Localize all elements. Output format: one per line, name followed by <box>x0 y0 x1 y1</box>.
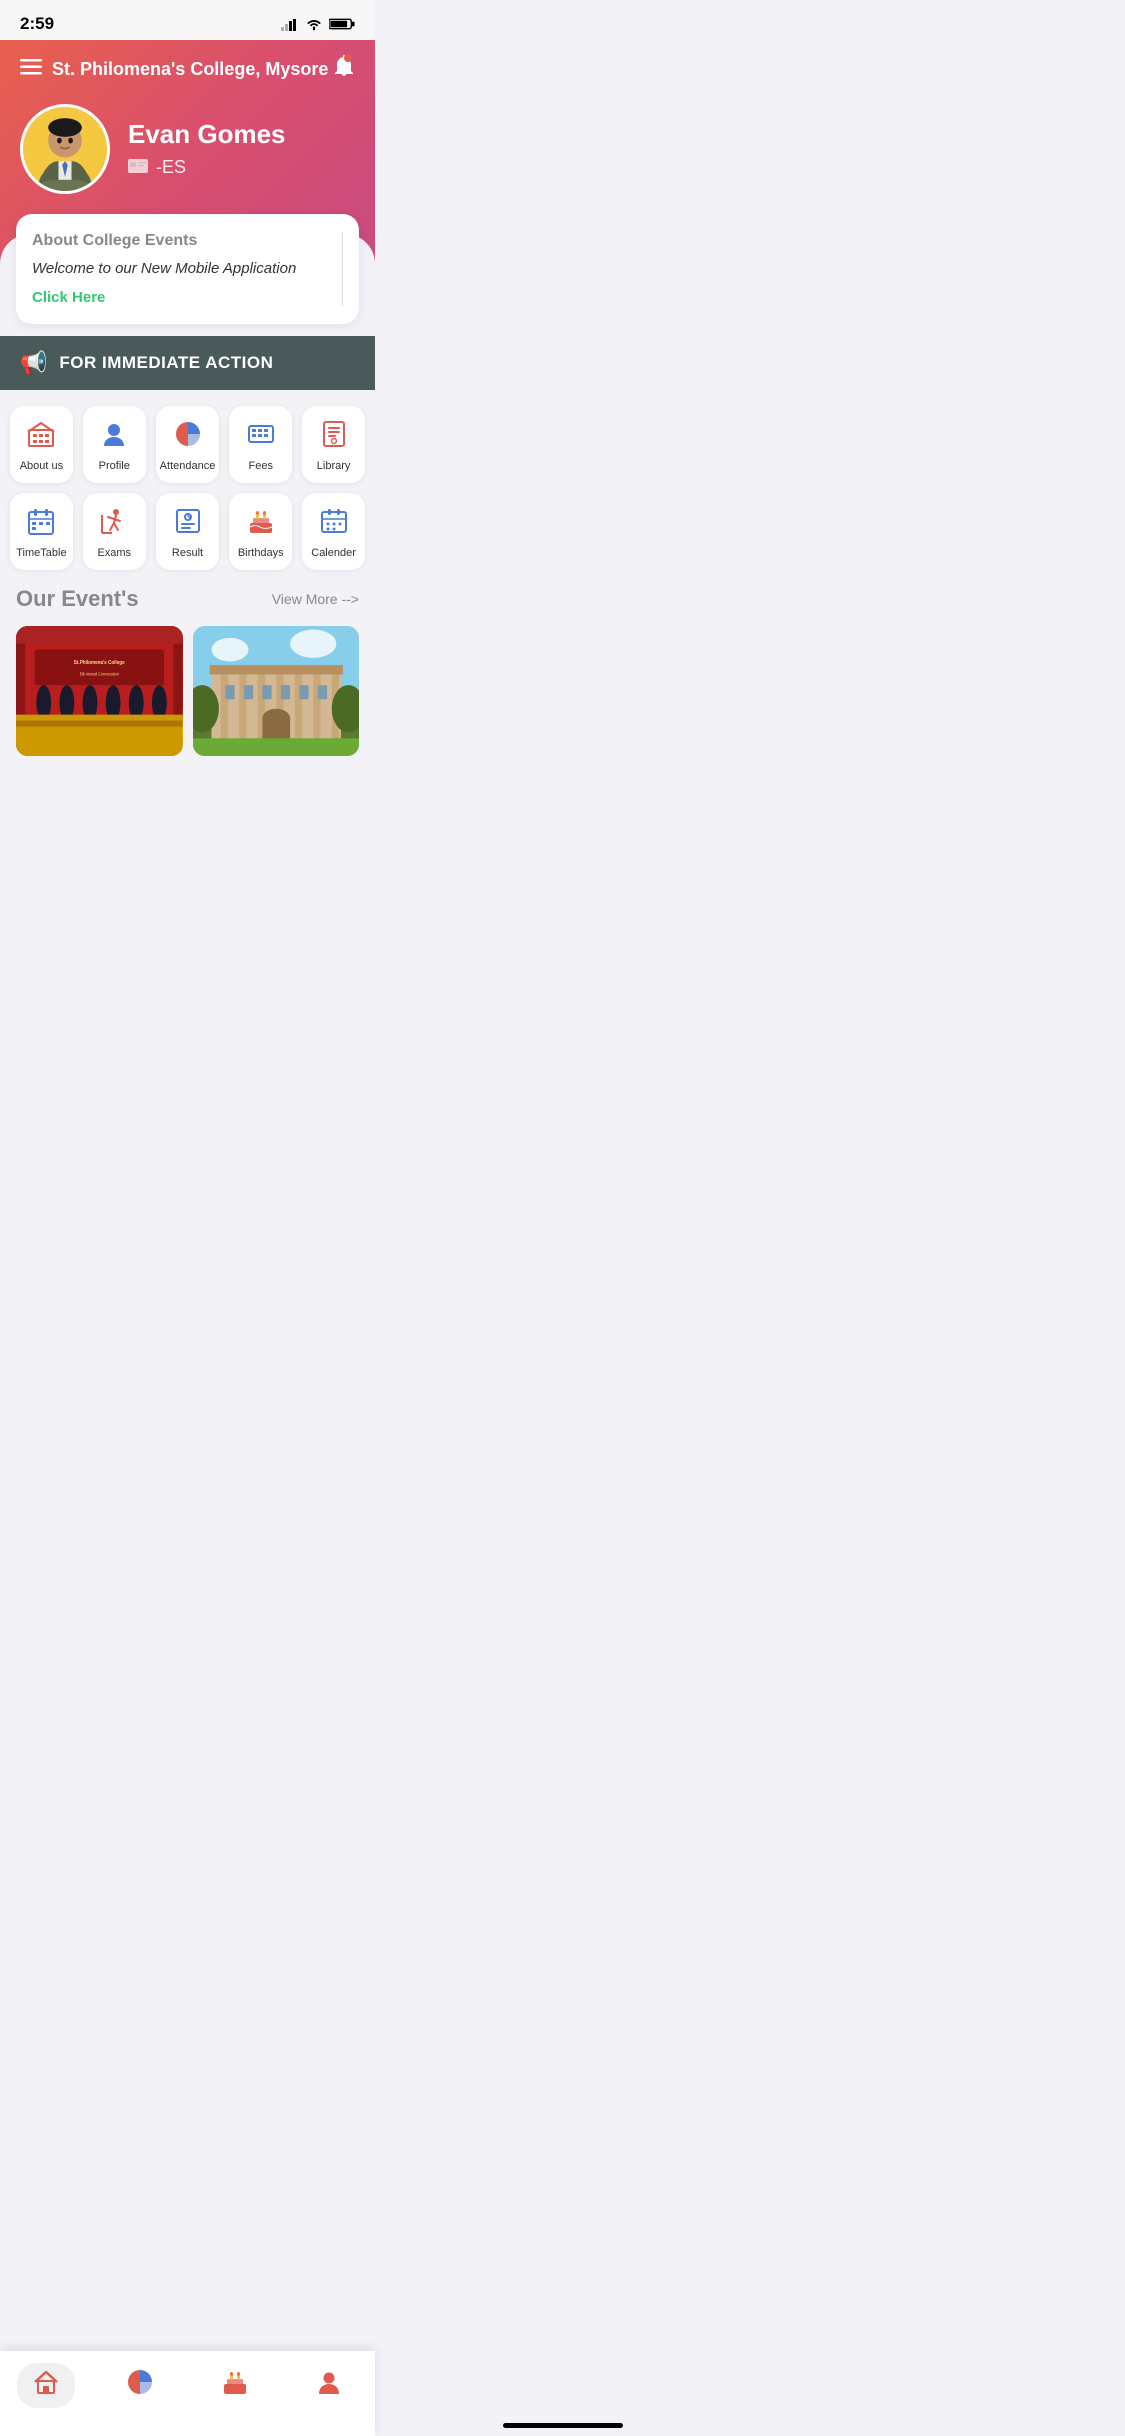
bell-icon[interactable] <box>333 54 355 84</box>
events-card-title: About College Events <box>32 232 330 250</box>
user-details: Evan Gomes -ES <box>128 119 286 179</box>
birthdays-icon <box>247 507 275 539</box>
events-section-header: Our Event's View More --> <box>16 586 359 612</box>
menu-grid: About us Profile <box>0 390 375 578</box>
library-icon <box>321 420 347 452</box>
menu-item-birthdays[interactable]: Birthdays <box>229 493 292 570</box>
id-card-icon <box>128 156 148 179</box>
result-label: Result <box>172 547 203 560</box>
calendar-icon <box>320 507 348 539</box>
events-divider <box>342 232 343 306</box>
home-indicator <box>503 2423 623 2428</box>
megaphone-icon: 📢 <box>20 350 47 376</box>
exams-icon <box>100 507 128 539</box>
signal-icon <box>281 17 299 31</box>
menu-item-profile[interactable]: Profile <box>83 406 146 483</box>
birthdays-label: Birthdays <box>238 547 284 560</box>
fees-icon <box>247 420 275 452</box>
event-card-college[interactable]: St.Philomena's PCA PSVRR A <box>193 626 360 756</box>
timetable-icon <box>27 507 55 539</box>
result-icon <box>175 507 201 539</box>
status-icons <box>281 17 355 31</box>
header-top: St. Philomena's College, Mysore <box>20 40 355 104</box>
bottom-padding <box>0 772 375 862</box>
menu-item-result[interactable]: Result <box>156 493 220 570</box>
nav-birthdays[interactable] <box>205 2364 265 2407</box>
calendar-label: Calender <box>311 547 356 560</box>
hamburger-icon[interactable] <box>20 59 42 79</box>
bottom-nav <box>0 2351 375 2436</box>
college-name: St. Philomena's College, Mysore <box>52 59 328 80</box>
menu-item-attendance[interactable]: Attendance <box>156 406 220 483</box>
nav-attendance[interactable] <box>110 2364 170 2407</box>
profile-nav-icon <box>316 2369 342 2402</box>
wifi-icon <box>305 17 323 31</box>
our-events-title: Our Event's <box>16 586 139 612</box>
view-more-link[interactable]: View More --> <box>272 591 359 607</box>
svg-text:St.Philomena's College: St.Philomena's College <box>74 660 125 667</box>
about-us-icon <box>27 420 55 452</box>
events-card: About College Events Welcome to our New … <box>16 214 359 324</box>
click-here-button[interactable]: Click Here <box>32 289 330 306</box>
attendance-nav-icon <box>126 2368 154 2403</box>
battery-icon <box>329 17 355 31</box>
svg-text:5th Annual Convocation: 5th Annual Convocation <box>80 672 120 678</box>
event-card-convocation[interactable]: St.Philomena's College 5th Annual Convoc… <box>16 626 183 756</box>
attendance-label: Attendance <box>160 460 216 473</box>
birthday-nav-icon <box>221 2368 249 2403</box>
exams-label: Exams <box>97 547 131 560</box>
menu-item-exams[interactable]: Exams <box>83 493 146 570</box>
library-label: Library <box>317 460 351 473</box>
attendance-icon <box>174 420 202 452</box>
content-area: About College Events Welcome to our New … <box>0 234 375 862</box>
menu-item-library[interactable]: Library <box>302 406 365 483</box>
user-info: Evan Gomes -ES <box>20 104 355 204</box>
menu-item-calendar[interactable]: Calender <box>302 493 365 570</box>
event-images-grid: St.Philomena's College 5th Annual Convoc… <box>16 626 359 756</box>
home-nav-icon <box>33 2369 59 2402</box>
user-name: Evan Gomes <box>128 119 286 150</box>
event-image-college <box>193 626 360 756</box>
user-id-row: -ES <box>128 156 286 179</box>
nav-home[interactable] <box>17 2363 75 2408</box>
timetable-label: TimeTable <box>16 547 66 560</box>
status-time: 2:59 <box>20 14 54 34</box>
status-bar: 2:59 <box>0 0 375 40</box>
user-id-text: -ES <box>156 157 186 178</box>
events-card-description: Welcome to our New Mobile Application <box>32 258 330 279</box>
header-title-row: St. Philomena's College, Mysore <box>20 59 328 80</box>
immediate-action-banner: 📢 FOR IMMEDIATE ACTION <box>0 336 375 390</box>
events-section: Our Event's View More --> <box>0 578 375 772</box>
fees-label: Fees <box>249 460 273 473</box>
immediate-action-text: FOR IMMEDIATE ACTION <box>59 353 273 373</box>
avatar <box>20 104 110 194</box>
menu-item-about-us[interactable]: About us <box>10 406 73 483</box>
nav-profile[interactable] <box>300 2365 358 2406</box>
profile-label: Profile <box>99 460 130 473</box>
event-image-convocation: St.Philomena's College 5th Annual Convoc… <box>16 626 183 756</box>
about-us-label: About us <box>20 460 63 473</box>
menu-item-fees[interactable]: Fees <box>229 406 292 483</box>
menu-item-timetable[interactable]: TimeTable <box>10 493 73 570</box>
profile-icon <box>100 420 128 452</box>
events-text-area: About College Events Welcome to our New … <box>32 232 330 306</box>
